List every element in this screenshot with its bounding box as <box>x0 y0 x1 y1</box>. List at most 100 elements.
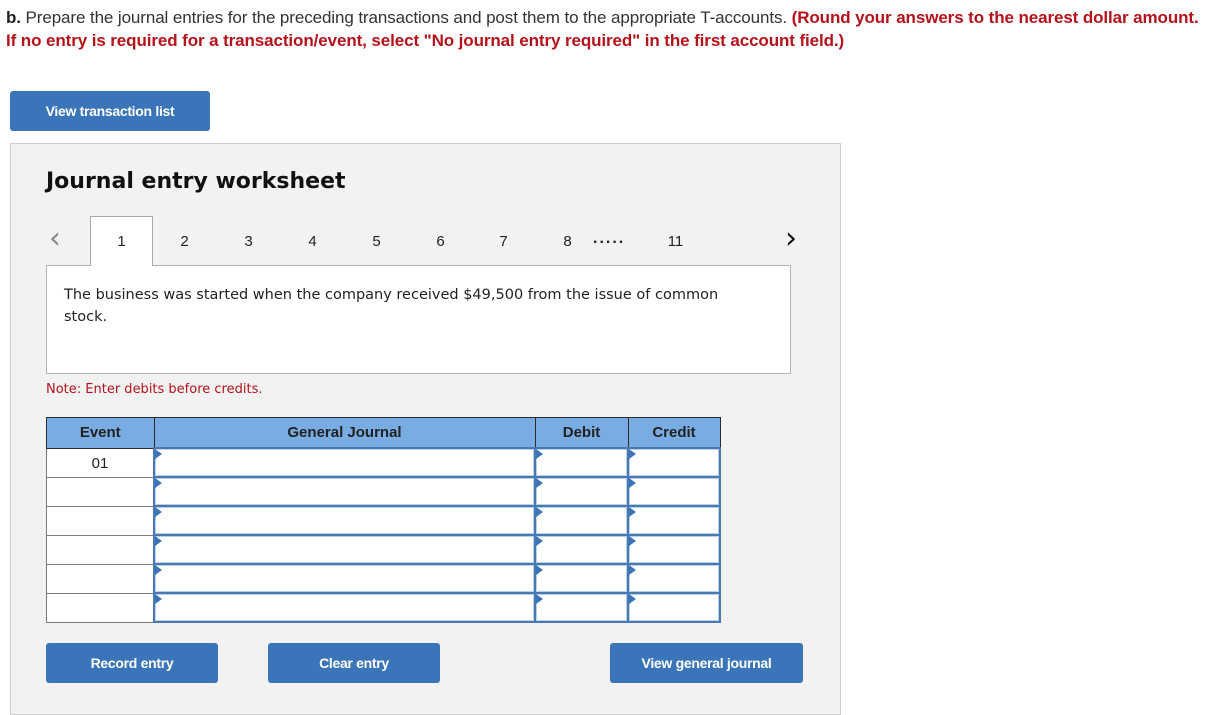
account-field[interactable] <box>155 536 534 563</box>
tab-5[interactable]: 5 <box>345 216 408 266</box>
transaction-description: The business was started when the compan… <box>64 287 719 325</box>
tab-3[interactable]: 3 <box>217 216 280 266</box>
event-number <box>47 594 153 600</box>
instructions: b. Prepare the journal entries for the p… <box>6 6 1206 52</box>
account-field[interactable] <box>155 507 534 534</box>
debit-field[interactable] <box>536 594 627 621</box>
account-field-cell <box>153 563 536 594</box>
credit-field-cell <box>627 534 721 565</box>
dropdown-indicator-icon <box>155 507 162 517</box>
record-entry-button[interactable]: Record entry <box>46 643 218 683</box>
dropdown-indicator-icon <box>629 478 636 488</box>
credit-field[interactable] <box>629 449 719 476</box>
chevron-right-icon[interactable]: › <box>785 224 797 254</box>
tab-7[interactable]: 7 <box>472 216 535 266</box>
dropdown-indicator-icon <box>155 449 162 459</box>
credit-field[interactable] <box>629 507 719 534</box>
chevron-left-icon[interactable]: ‹ <box>49 224 61 254</box>
account-field[interactable] <box>155 478 534 505</box>
debit-field-cell <box>534 563 629 594</box>
dropdown-indicator-icon <box>536 536 543 546</box>
account-field[interactable] <box>155 594 534 621</box>
debit-field-cell <box>534 476 629 507</box>
dropdown-indicator-icon <box>536 449 543 459</box>
credit-field-cell <box>627 476 721 507</box>
debit-field[interactable] <box>536 478 627 505</box>
tab-11[interactable]: 11 <box>644 216 707 266</box>
debit-field-cell <box>534 447 629 478</box>
worksheet-title: Journal entry worksheet <box>46 169 346 194</box>
event-cell <box>46 563 155 594</box>
account-field[interactable] <box>155 449 534 476</box>
journal-row <box>46 534 721 565</box>
transaction-description-box: The business was started when the compan… <box>46 265 791 374</box>
journal-row: 01 <box>46 447 721 478</box>
dropdown-indicator-icon <box>629 449 636 459</box>
dropdown-indicator-icon <box>155 478 162 488</box>
tab-6[interactable]: 6 <box>409 216 472 266</box>
event-cell <box>46 592 155 623</box>
credit-field[interactable] <box>629 478 719 505</box>
event-cell <box>46 505 155 536</box>
dropdown-indicator-icon <box>629 507 636 517</box>
debit-field[interactable] <box>536 507 627 534</box>
tab-1[interactable]: 1 <box>90 216 153 266</box>
tab-8[interactable]: 8 <box>536 216 599 266</box>
credit-field-cell <box>627 505 721 536</box>
view-general-journal-button[interactable]: View general journal <box>610 643 803 683</box>
worksheet-tabs: ‹ 1 2 3 4 5 6 7 8 ..... 11 › <box>11 216 840 266</box>
event-number <box>47 565 153 571</box>
dropdown-indicator-icon <box>155 536 162 546</box>
journal-table: Event General Journal Debit Credit 01 <box>46 417 721 623</box>
debit-field[interactable] <box>536 565 627 592</box>
dropdown-indicator-icon <box>629 536 636 546</box>
journal-row <box>46 476 721 507</box>
dropdown-indicator-icon <box>155 565 162 575</box>
debit-field-cell <box>534 505 629 536</box>
tab-4[interactable]: 4 <box>281 216 344 266</box>
dropdown-indicator-icon <box>536 478 543 488</box>
account-field-cell <box>153 592 536 623</box>
header-general-journal: General Journal <box>153 417 536 449</box>
account-field[interactable] <box>155 565 534 592</box>
debit-field[interactable] <box>536 449 627 476</box>
credit-field[interactable] <box>629 536 719 563</box>
event-number <box>47 478 153 484</box>
event-number <box>47 507 153 513</box>
debit-field-cell <box>534 592 629 623</box>
event-cell <box>46 476 155 507</box>
journal-row <box>46 505 721 536</box>
credit-field-cell <box>627 592 721 623</box>
event-number: 01 <box>91 454 109 472</box>
clear-entry-button[interactable]: Clear entry <box>268 643 440 683</box>
event-cell: 01 <box>46 447 155 478</box>
note-text: Note: Enter debits before credits. <box>46 382 263 397</box>
dropdown-indicator-icon <box>629 565 636 575</box>
debit-field-cell <box>534 534 629 565</box>
journal-header-row: Event General Journal Debit Credit <box>46 417 721 449</box>
event-number <box>47 536 153 542</box>
header-event: Event <box>46 417 155 449</box>
dropdown-indicator-icon <box>536 507 543 517</box>
account-field-cell <box>153 534 536 565</box>
instructions-text: Prepare the journal entries for the prec… <box>20 8 792 27</box>
debit-field[interactable] <box>536 536 627 563</box>
credit-field[interactable] <box>629 565 719 592</box>
header-debit: Debit <box>534 417 629 449</box>
dropdown-indicator-icon <box>629 594 636 604</box>
credit-field-cell <box>627 563 721 594</box>
event-cell <box>46 534 155 565</box>
credit-field-cell <box>627 447 721 478</box>
dropdown-indicator-icon <box>155 594 162 604</box>
dropdown-indicator-icon <box>536 594 543 604</box>
journal-row <box>46 592 721 623</box>
dropdown-indicator-icon <box>536 565 543 575</box>
tabs-ellipsis: ..... <box>593 230 626 247</box>
account-field-cell <box>153 447 536 478</box>
view-transaction-list-button[interactable]: View transaction list <box>10 91 210 131</box>
credit-field[interactable] <box>629 594 719 621</box>
part-label: b. <box>6 8 21 27</box>
journal-entry-worksheet: Journal entry worksheet ‹ 1 2 3 4 5 6 7 … <box>10 143 841 715</box>
header-credit: Credit <box>627 417 721 449</box>
tab-2[interactable]: 2 <box>153 216 216 266</box>
